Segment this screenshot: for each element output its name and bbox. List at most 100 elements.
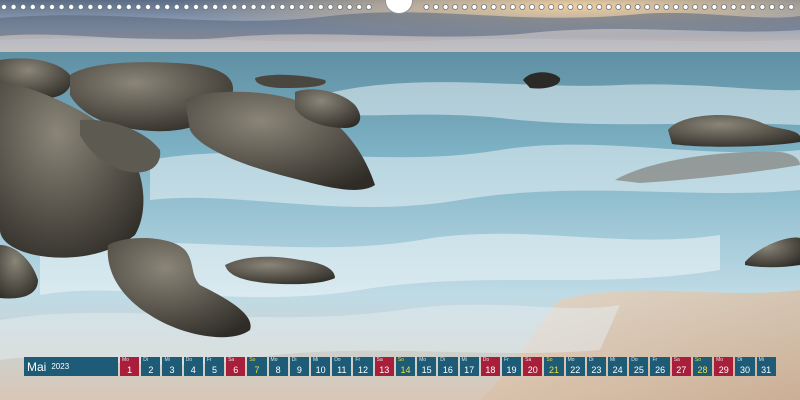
day-abbr: Mo (716, 357, 724, 363)
day-abbr: Mi (758, 357, 764, 363)
day-number: 17 (464, 365, 475, 375)
month-year: 2023 (51, 362, 70, 371)
day-cell: Di 23 (586, 357, 607, 376)
day-abbr: Fr (652, 357, 658, 363)
binding-ring (221, 4, 228, 10)
day-number: 4 (190, 365, 196, 375)
day-abbr: Di (440, 357, 446, 363)
binding-ring (68, 4, 75, 10)
binding-ring (519, 4, 526, 10)
day-abbr: Do (631, 357, 638, 363)
binding-ring (644, 4, 651, 10)
day-number: 29 (718, 365, 729, 375)
day-cell: Mi 3 (162, 357, 182, 376)
day-abbr: Fr (503, 357, 509, 363)
binding-ring (634, 4, 641, 10)
binding-ring (327, 4, 334, 10)
binding-ring (202, 4, 209, 10)
day-abbr: Mo (419, 357, 427, 363)
binding-ring (721, 4, 728, 10)
day-cell: Di 16 (438, 357, 458, 376)
binding-ring (154, 4, 161, 10)
binding-ring (1, 4, 7, 10)
binding-ring (10, 4, 17, 10)
binding-ring (116, 4, 123, 10)
day-cell: So 7 (247, 357, 267, 376)
day-number: 2 (148, 365, 154, 375)
day-cell: Di 9 (289, 357, 309, 376)
day-number: 30 (739, 365, 750, 375)
binding-ring (452, 4, 459, 10)
day-cell: Di 2 (141, 357, 161, 376)
binding-ring (692, 4, 699, 10)
day-abbr: Sa (376, 357, 383, 363)
day-number: 3 (169, 365, 175, 375)
binding-ring (586, 4, 593, 10)
day-number: 18 (485, 365, 496, 375)
day-abbr: Fr (206, 357, 212, 363)
binding-ring (778, 4, 785, 10)
day-cell: Fr 26 (650, 357, 670, 376)
binding-ring (298, 4, 305, 10)
day-abbr: Mi (164, 357, 170, 363)
day-cell: Do 11 (332, 357, 352, 376)
binding-ring (711, 4, 718, 10)
binding-ring (192, 4, 199, 10)
binding-ring (423, 4, 430, 10)
day-abbr: Mo (270, 357, 278, 363)
day-abbr: Di (143, 357, 148, 363)
binding-ring (730, 4, 737, 10)
day-number: 19 (506, 365, 517, 375)
day-cell: So 14 (395, 357, 416, 376)
binding-ring (58, 4, 65, 10)
seascape-photo (0, 0, 800, 400)
month-name: Mai (27, 359, 47, 374)
day-number: 12 (358, 365, 369, 375)
day-abbr: Di (588, 357, 594, 363)
binding-ring (490, 4, 497, 10)
day-cell: So 21 (544, 357, 564, 376)
binding-ring (557, 4, 564, 10)
binding-ring (538, 4, 545, 10)
binding-ring (605, 4, 612, 10)
day-abbr: So (694, 357, 702, 363)
binding-ring (308, 4, 315, 10)
day-cell: Mo 15 (417, 357, 437, 376)
day-cell: Fr 12 (353, 357, 373, 376)
binding-ring (183, 4, 190, 10)
binding-ring (769, 4, 776, 10)
day-abbr: So (546, 357, 553, 363)
day-cell: Sa 6 (226, 357, 246, 376)
binding-ring (500, 4, 507, 10)
day-number: 20 (527, 365, 538, 375)
binding-ring (701, 4, 708, 10)
day-number: 8 (275, 365, 281, 375)
binding-ring (250, 4, 257, 10)
day-number: 14 (400, 365, 411, 375)
calendar-page: Mai 2023 Mo 1 Di 2 Mi 3 Do 4 Fr 5 Sa 6 So 7 Mo 8 Di 9 Mi 10… (0, 0, 800, 400)
day-abbr: Sa (673, 357, 680, 363)
day-abbr: Di (291, 357, 297, 363)
binding-ring (548, 4, 555, 10)
day-abbr: Sa (525, 357, 532, 363)
day-cell: Mo 29 (714, 357, 734, 376)
binding-ring (740, 4, 747, 10)
binding-ring (567, 4, 574, 10)
binding-ring (461, 4, 468, 10)
binding-ring (356, 4, 363, 10)
day-cell: Mo 22 (565, 357, 585, 376)
day-abbr: So (249, 357, 256, 363)
day-cell: Mi 10 (310, 357, 331, 376)
day-number: 1 (127, 365, 133, 375)
binding-ring (471, 4, 478, 10)
binding-ring (279, 4, 286, 10)
day-cell: Mi 31 (756, 357, 776, 376)
day-number: 9 (296, 365, 302, 375)
day-number: 6 (233, 365, 239, 375)
month-label: Mai 2023 (24, 357, 118, 376)
binding-ring (788, 4, 795, 10)
day-cell: Sa 20 (523, 357, 543, 376)
binding-ring (673, 4, 680, 10)
binding-ring (77, 4, 84, 10)
day-cell: Fr 19 (501, 357, 522, 376)
